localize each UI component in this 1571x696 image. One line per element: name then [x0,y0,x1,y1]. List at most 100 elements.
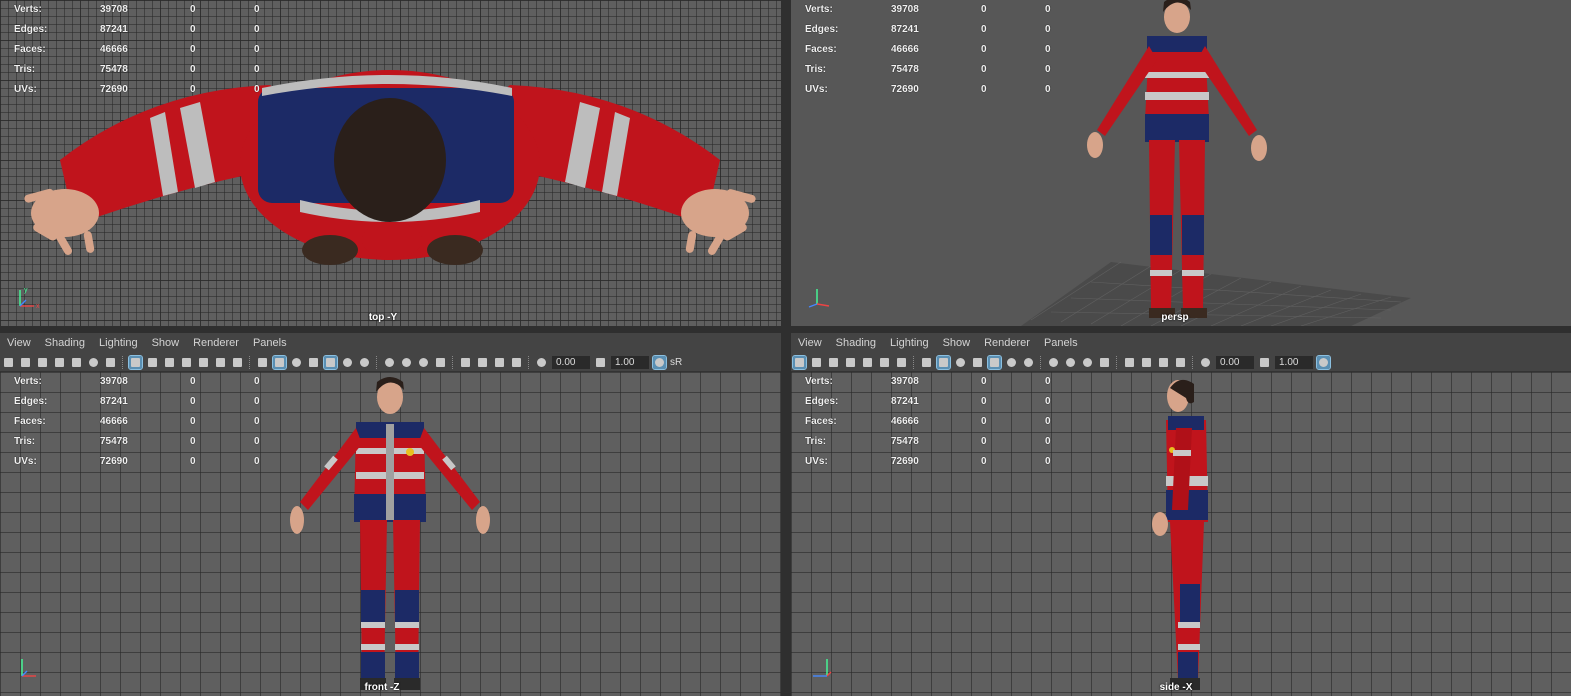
color-management-icon[interactable] [1316,354,1331,370]
poly-count-hud: Verts: 39708 0 0 Edges: 87241 0 0 Faces: 46666 0… [14,0,284,100]
hud-value: 0 [981,376,987,387]
safe-title-icon[interactable] [895,356,908,369]
camera-attributes-icon[interactable] [19,356,32,369]
gamma-field[interactable]: 1.00 [1275,355,1313,369]
hud-label: Tris: [805,64,827,75]
isolate-select-icon[interactable] [1123,356,1136,369]
pane-divider-horizontal[interactable] [0,326,1571,333]
depth-of-field-icon[interactable] [434,356,447,369]
grid-icon[interactable] [128,354,143,370]
toolbar-side: 0.00 1.00 [791,353,1571,372]
textured-icon[interactable] [323,354,338,370]
grid-icon[interactable] [792,354,807,370]
viewport-persp[interactable]: Verts: 39708 0 0 Edges: 87241 0 0 Faces: 46666 0… [791,0,1571,326]
menu-panels[interactable]: Panels [253,337,287,349]
pan-zoom-icon[interactable] [87,356,100,369]
anti-aliasing-icon[interactable] [417,356,430,369]
menu-panels[interactable]: Panels [1044,337,1078,349]
wireframe-icon[interactable] [256,356,269,369]
image-plane-icon[interactable] [70,356,83,369]
default-material-icon[interactable] [290,356,303,369]
xray-joints-icon[interactable] [510,356,523,369]
camera-label-top: top -Y [368,312,398,323]
gamma-icon[interactable] [1258,356,1271,369]
wireframe-on-shaded-icon[interactable] [307,356,320,369]
camera-label-side: side -X [1159,682,1193,693]
bookmark-icon[interactable] [53,356,66,369]
hud-row-uvs: UVs: 72690 0 0 [14,452,284,472]
safe-action-icon[interactable] [878,356,891,369]
hud-value: 0 [254,456,260,467]
lights-icon[interactable] [1005,356,1018,369]
safe-action-icon[interactable] [214,356,227,369]
pane-divider-vertical[interactable] [781,0,791,696]
menu-renderer[interactable]: Renderer [193,337,239,349]
bookmark-icon[interactable] [36,356,49,369]
toolbar-separator [249,355,251,369]
hud-row-edges: Edges: 87241 0 0 [805,20,1075,40]
gamma-field[interactable]: 1.00 [611,355,649,369]
wireframe-icon[interactable] [920,356,933,369]
hud-row-uvs: UVs: 72690 0 0 [14,80,284,100]
menu-renderer[interactable]: Renderer [984,337,1030,349]
color-management-icon[interactable] [652,354,667,370]
viewport-front[interactable]: Verts: 39708 0 0 Edges: 87241 0 0 Faces: 46666 0… [0,372,781,696]
default-material-icon[interactable] [954,356,967,369]
field-chart-icon[interactable] [197,356,210,369]
xray-joints-icon[interactable] [1174,356,1187,369]
hud-label: Faces: [14,416,46,427]
field-chart-icon[interactable] [861,356,874,369]
exposure-icon[interactable] [1199,356,1212,369]
screen-space-ao-icon[interactable] [1047,356,1060,369]
menu-show[interactable]: Show [943,337,971,349]
viewport-top[interactable]: Verts: 39708 0 0 Edges: 87241 0 0 Faces: 46666 0… [0,0,781,326]
menu-lighting[interactable]: Lighting [99,337,138,349]
exposure-field[interactable]: 0.00 [552,355,590,369]
gate-mask-icon[interactable] [844,356,857,369]
resolution-gate-icon[interactable] [827,356,840,369]
lights-icon[interactable] [341,356,354,369]
motion-blur-icon[interactable] [1064,356,1077,369]
shadows-icon[interactable] [1022,356,1035,369]
hud-label: Tris: [14,64,36,75]
motion-blur-icon[interactable] [400,356,413,369]
xray-active-icon[interactable] [1157,356,1170,369]
xray-icon[interactable] [1140,356,1153,369]
hud-value: 0 [1045,24,1051,35]
isolate-select-icon[interactable] [459,356,472,369]
menu-view[interactable]: View [7,337,31,349]
smooth-shade-icon[interactable] [272,354,287,370]
hud-value: 46666 [891,416,919,427]
wireframe-on-shaded-icon[interactable] [971,356,984,369]
grease-pencil-icon[interactable] [104,356,117,369]
menu-shading[interactable]: Shading [836,337,876,349]
camera-icon[interactable] [2,356,15,369]
screen-space-ao-icon[interactable] [383,356,396,369]
gate-mask-icon[interactable] [180,356,193,369]
viewport-side[interactable]: Verts: 39708 0 0 Edges: 87241 0 0 Faces: 46666 0… [791,372,1571,696]
hud-label: Verts: [14,376,42,387]
hud-value: 0 [1045,456,1051,467]
film-gate-icon[interactable] [810,356,823,369]
shadows-icon[interactable] [358,356,371,369]
hud-label: Faces: [14,44,46,55]
menu-show[interactable]: Show [152,337,180,349]
xray-icon[interactable] [476,356,489,369]
resolution-gate-icon[interactable] [163,356,176,369]
menu-lighting[interactable]: Lighting [890,337,929,349]
anti-aliasing-icon[interactable] [1081,356,1094,369]
textured-icon[interactable] [987,354,1002,370]
gamma-icon[interactable] [594,356,607,369]
menu-view[interactable]: View [798,337,822,349]
toolbar-separator [528,355,530,369]
safe-title-icon[interactable] [231,356,244,369]
depth-of-field-icon[interactable] [1098,356,1111,369]
smooth-shade-icon[interactable] [936,354,951,370]
film-gate-icon[interactable] [146,356,159,369]
menu-shading[interactable]: Shading [45,337,85,349]
xray-active-icon[interactable] [493,356,506,369]
toolbar-separator [122,355,124,369]
exposure-field[interactable]: 0.00 [1216,355,1254,369]
view-transform-label[interactable]: sR [670,357,682,368]
exposure-icon[interactable] [535,356,548,369]
